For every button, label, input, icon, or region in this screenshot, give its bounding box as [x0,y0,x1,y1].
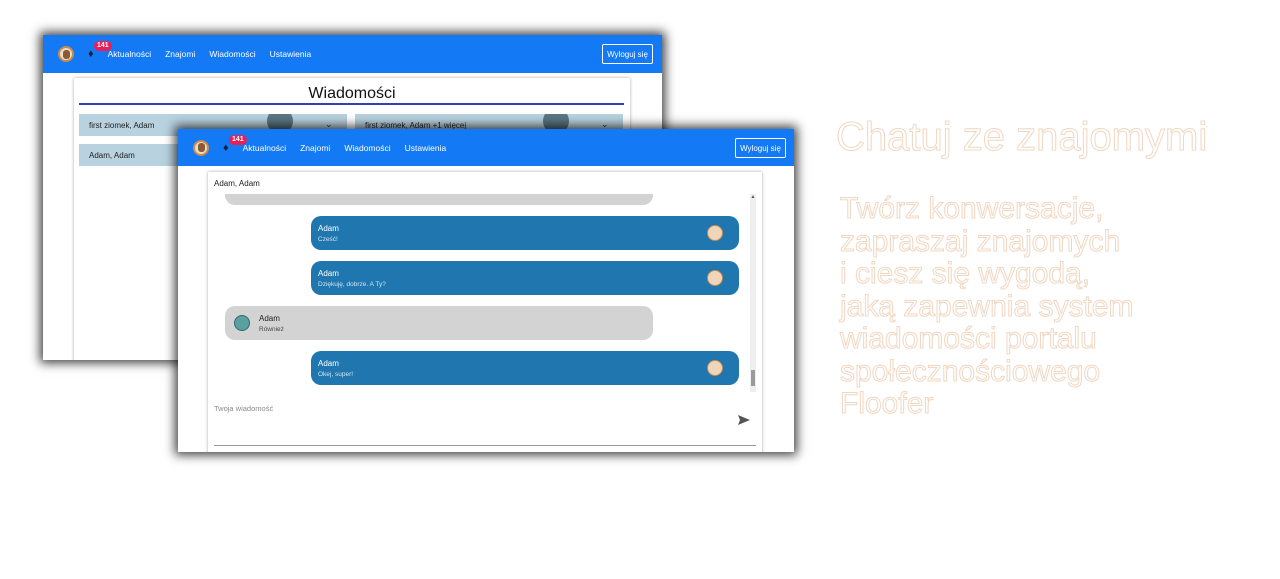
message-text: Dziękuję, dobrze. A Ty? [318,281,386,288]
notification-bell-icon[interactable]: ♦ 141 [223,134,247,154]
logout-button[interactable]: Wyloguj się [602,44,653,64]
avatar [707,360,723,376]
notification-badge: 141 [229,134,247,145]
nav-link-news[interactable]: Aktualności [243,143,286,153]
nav-link-news[interactable]: Aktualności [108,49,151,59]
promo-heading: Chatuj ze znajomymi [835,115,1208,160]
message-bubble: Adam Cześć! [311,216,739,250]
chat-title: Adam, Adam [214,179,260,188]
message-author: Adam [318,224,339,233]
message-text: Cześć! [318,236,338,243]
notification-bell-icon[interactable]: ♦ 141 [88,41,112,60]
input-underline [214,445,756,446]
message-bubble: Adam Dziękuję, dobrze. A Ty? [311,261,739,295]
message-author: Adam [259,314,280,323]
navbar: ♦ 141 Aktualności Znajomi Wiadomości Ust… [178,129,794,166]
navbar: ♦ 141 Aktualności Znajomi Wiadomości Ust… [43,35,662,73]
promo-line: społecznościowego [839,354,1101,388]
promo-description: Twórz konwersacje, zapraszaj znajomych i… [839,192,1134,421]
nav-link-settings[interactable]: Ustawienia [270,49,312,59]
logout-button[interactable]: Wyloguj się [735,138,786,158]
message-author: Adam [318,269,339,278]
avatar [707,270,723,286]
avatar[interactable] [58,46,74,62]
nav-link-messages[interactable]: Wiadomości [344,143,390,153]
promo-line: zapraszaj znajomych [839,224,1121,258]
avatar[interactable] [193,139,209,156]
promo-line: Twórz konwersacje, [839,192,1104,225]
avatar [234,315,250,331]
chat-card: Adam, Adam Adam Cześć! Adam Dziękuję, do… [208,172,762,452]
promo-line: jaką zapewnia system [839,289,1134,323]
nav-link-settings[interactable]: Ustawienia [405,143,447,153]
conversation-label: Adam, Adam [89,150,135,160]
message-bubble: Adam Również [225,306,653,340]
scrollbar[interactable]: ▲ [750,194,756,392]
message-text: Okej, super! [318,371,354,378]
front-window: ♦ 141 Aktualności Znajomi Wiadomości Ust… [178,129,794,452]
message-author: Adam [318,359,339,368]
nav-link-friends[interactable]: Znajomi [165,49,195,59]
page-title: Wiadomości [308,85,396,102]
notification-badge: 141 [94,41,112,51]
avatar [707,225,723,241]
message-bubble: Adam Okej, super! [311,351,739,385]
promo-line: wiadomości portalu [839,322,1097,355]
nav-link-friends[interactable]: Znajomi [300,143,330,153]
message-bubble-partial [225,194,653,205]
scroll-up-arrow-icon[interactable]: ▲ [750,194,756,200]
message-text: Również [259,326,284,333]
send-icon[interactable] [738,412,752,425]
promo-line: Floofer [839,387,934,420]
title-underline [79,103,624,105]
nav-link-messages[interactable]: Wiadomości [209,49,255,59]
scroll-thumb[interactable] [751,370,755,386]
message-list[interactable]: Adam Cześć! Adam Dziękuję, dobrze. A Ty?… [208,194,762,392]
conversation-label: first ziomek, Adam [89,120,155,130]
promo-line: i ciesz się wygodą, [839,257,1091,290]
message-input[interactable]: Twoja wiadomość [214,404,694,413]
